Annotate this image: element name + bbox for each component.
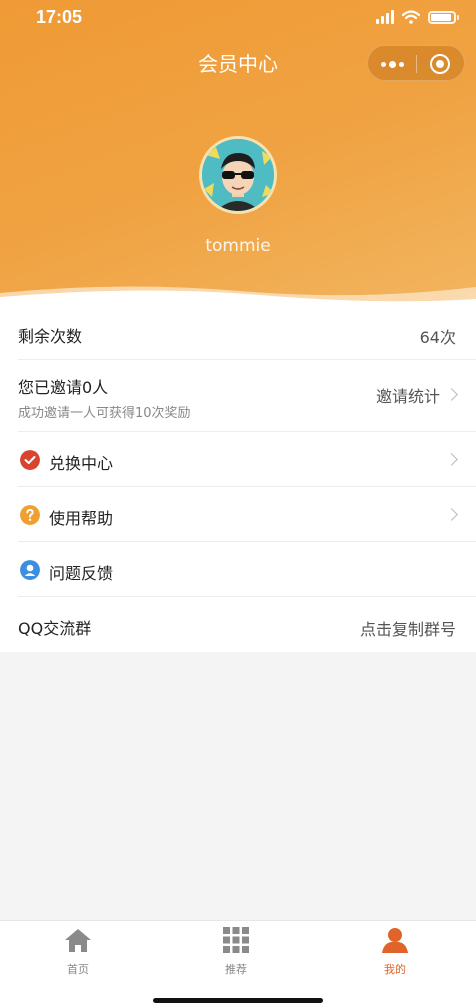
avatar[interactable] [199,136,277,214]
remaining-count-label: 剩余次数 [18,327,83,346]
status-bar: 17:05 [0,0,476,36]
status-time: 17:05 [36,7,83,27]
profile-header: 17:05 会员中心 tommie [0,0,476,305]
username: tommie [205,236,271,256]
invite-row[interactable]: 您已邀请0人 成功邀请一人可获得10次奖励 邀请统计 [18,360,476,432]
invite-reward-hint: 成功邀请一人可获得10次奖励 [18,406,191,421]
help-label: 使用帮助 [49,509,114,528]
grid-icon [223,927,249,953]
wifi-icon [402,10,420,24]
remaining-count-row: 剩余次数 64次 [18,305,476,360]
home-indicator [153,998,323,1003]
tab-mine[interactable]: 我的 [355,927,435,977]
user-circle-icon [20,560,40,580]
status-icons [376,10,459,24]
capsule-divider [416,55,417,73]
feedback-row[interactable]: 问题反馈 [18,542,476,597]
invite-stats-link[interactable]: 邀请统计 [376,383,440,407]
question-circle-icon [20,505,40,525]
bottom-tab-bar: 首页 推荐 我的 [0,920,476,1008]
help-row[interactable]: 使用帮助 [18,487,476,542]
qq-group-row[interactable]: QQ交流群 点击复制群号 [18,597,476,652]
tab-mine-label: 我的 [384,963,406,976]
chevron-right-icon [445,453,458,466]
copy-group-number-link[interactable]: 点击复制群号 [360,616,456,640]
user-icon [382,928,408,953]
check-circle-icon [20,450,40,470]
member-menu-list: 剩余次数 64次 您已邀请0人 成功邀请一人可获得10次奖励 邀请统计 兑换中心… [0,305,476,652]
tab-home-label: 首页 [67,963,89,976]
avatar-cartoon-icon [202,139,274,211]
close-miniprogram-icon[interactable] [430,54,450,74]
chevron-right-icon [445,508,458,521]
signal-icon [376,10,394,24]
feedback-label: 问题反馈 [49,564,114,583]
home-icon [65,929,91,952]
chevron-right-icon [445,388,458,401]
qq-group-label: QQ交流群 [18,619,92,638]
exchange-center-label: 兑换中心 [49,454,114,473]
more-icon[interactable] [368,46,416,82]
exchange-center-row[interactable]: 兑换中心 [18,432,476,487]
tab-recommend-label: 推荐 [225,963,247,976]
invite-label: 您已邀请0人 [18,378,109,397]
miniprogram-capsule [367,45,465,81]
tab-recommend[interactable]: 推荐 [196,927,276,977]
battery-icon [428,10,459,24]
remaining-count-value: 64次 [419,328,456,347]
tab-home[interactable]: 首页 [38,927,118,977]
header-wave [0,286,476,305]
